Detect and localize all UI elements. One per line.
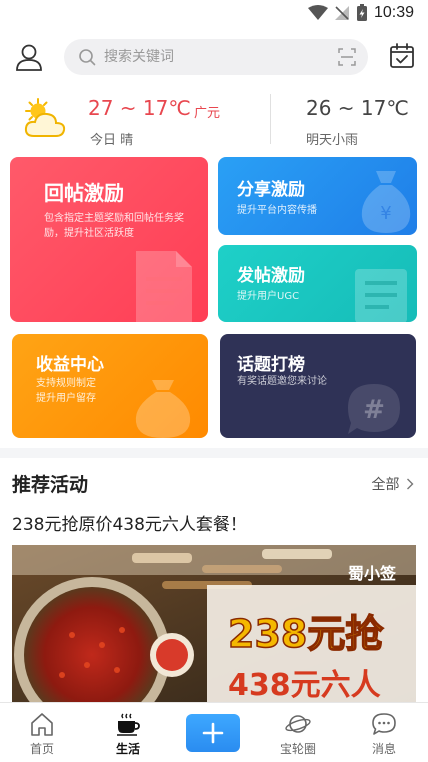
reply-incentive-title: 回帖激励 xyxy=(44,181,124,205)
today-weather-desc: 今日 晴 xyxy=(90,129,133,148)
hashtag-bubble-icon: # xyxy=(348,384,400,434)
status-bar: 10:39 xyxy=(0,0,428,30)
share-incentive-card[interactable]: ¥ 分享激励 提升平台内容传播 xyxy=(218,157,417,235)
weather-divider xyxy=(270,94,271,144)
banner-subline-text: 438元六人 xyxy=(228,668,381,702)
nav-item-home[interactable]: 首页 xyxy=(0,703,84,762)
nav-item-messages[interactable]: 消息 xyxy=(342,703,426,762)
nav-label-life: 生活 xyxy=(115,742,140,756)
search-icon xyxy=(79,49,96,66)
user-icon xyxy=(16,44,42,71)
chat-bubble-icon xyxy=(372,713,396,735)
income-desc-line-2: 提升用户留存 xyxy=(36,393,96,404)
nav-item-community[interactable]: 宝轮圈 xyxy=(256,703,340,762)
nav-item-life[interactable]: 生活 xyxy=(86,703,170,762)
post-incentive-desc: 提升用户UGC xyxy=(237,291,300,302)
svg-text:#: # xyxy=(363,395,385,425)
income-center-desc: 支持规则制定 提升用户留存 xyxy=(36,376,96,406)
banner-headline-text: 238元抢 xyxy=(228,612,384,656)
incentive-cards: 回帖激励 包含指定主题奖励和回帖任务奖励，提升社区活跃度 ¥ 分享激励 提升平台… xyxy=(0,152,428,448)
income-center-card[interactable]: 收益中心 支持规则制定 提升用户留存 xyxy=(12,334,208,438)
tomorrow-temperature: 26 ~ 17℃ xyxy=(306,96,409,120)
chevron-right-icon xyxy=(407,478,414,490)
hotpot-illustration: 蜀小签 238元抢 438元六人 xyxy=(12,545,416,702)
coffee-cup-icon xyxy=(117,713,140,736)
nav-label-messages: 消息 xyxy=(371,742,396,756)
nav-label-home: 首页 xyxy=(29,742,54,756)
reply-incentive-card[interactable]: 回帖激励 包含指定主题奖励和回帖任务奖励，提升社区活跃度 xyxy=(10,157,208,322)
today-condition: 晴 xyxy=(120,133,134,148)
post-incentive-card[interactable]: 发帖激励 提升用户UGC xyxy=(218,245,417,322)
income-center-title: 收益中心 xyxy=(36,355,104,375)
money-bag-icon: ¥ xyxy=(361,171,411,233)
top-header xyxy=(0,30,428,86)
home-icon xyxy=(31,713,53,736)
recommended-header: 推荐活动 全部 xyxy=(0,458,428,506)
status-time: 10:39 xyxy=(373,4,414,21)
scan-icon[interactable] xyxy=(338,48,356,66)
view-all-link[interactable]: 全部 xyxy=(372,474,414,494)
topic-ranking-title: 话题打榜 xyxy=(237,355,305,375)
post-incentive-title: 发帖激励 xyxy=(237,266,305,286)
income-desc-line-1: 支持规则制定 xyxy=(36,378,96,389)
battery-charging-icon xyxy=(356,4,367,21)
wifi-icon xyxy=(307,5,328,20)
sun-cloud-icon xyxy=(24,98,66,137)
share-incentive-title: 分享激励 xyxy=(237,180,305,200)
topic-ranking-card[interactable]: # 话题打榜 有奖话题邀您来讨论 xyxy=(220,334,416,438)
coin-bag-icon xyxy=(135,380,191,438)
nav-label-community: 宝轮圈 xyxy=(279,742,316,756)
share-incentive-desc: 提升平台内容传播 xyxy=(237,205,317,216)
today-temperature: 27 ~ 17℃ xyxy=(88,96,191,120)
svg-text:¥: ¥ xyxy=(380,203,391,224)
profile-button[interactable] xyxy=(14,42,44,72)
view-all-label: 全部 xyxy=(371,477,400,493)
calendar-check-icon xyxy=(390,43,414,68)
today-label: 今日 xyxy=(90,133,117,148)
weather-panel[interactable]: 27 ~ 17℃ 广元 今日 晴 26 ~ 17℃ 明天小雨 xyxy=(0,86,428,152)
recommended-event[interactable]: 238元抢原价438元六人套餐！ 蜀小签 238元抢 438元六人 xyxy=(0,506,428,702)
event-title[interactable]: 238元抢原价438元六人套餐！ xyxy=(12,510,247,535)
topic-ranking-desc: 有奖话题邀您来讨论 xyxy=(237,376,327,387)
plus-icon xyxy=(202,722,224,744)
search-input[interactable] xyxy=(104,47,324,67)
planet-icon xyxy=(285,715,311,733)
recommended-title: 推荐活动 xyxy=(12,474,89,496)
weather-city: 广元 xyxy=(194,106,221,121)
event-banner-image[interactable]: 蜀小签 238元抢 438元六人 xyxy=(12,545,416,702)
bottom-navigation: 首页 生活 宝轮圈 消息 xyxy=(0,702,428,762)
reply-incentive-desc: 包含指定主题奖励和回帖任务奖励，提升社区活跃度 xyxy=(44,213,184,239)
status-indicators: 10:39 xyxy=(307,4,414,22)
publish-plus-button[interactable] xyxy=(186,714,240,752)
checkin-calendar-button[interactable] xyxy=(388,42,416,70)
tomorrow-weather-desc: 明天小雨 xyxy=(306,133,359,148)
search-bar[interactable] xyxy=(64,39,368,75)
banner-brand-text: 蜀小签 xyxy=(348,564,397,583)
no-signal-icon xyxy=(334,6,349,20)
document-icon xyxy=(136,251,192,322)
notepad-icon xyxy=(355,269,407,322)
